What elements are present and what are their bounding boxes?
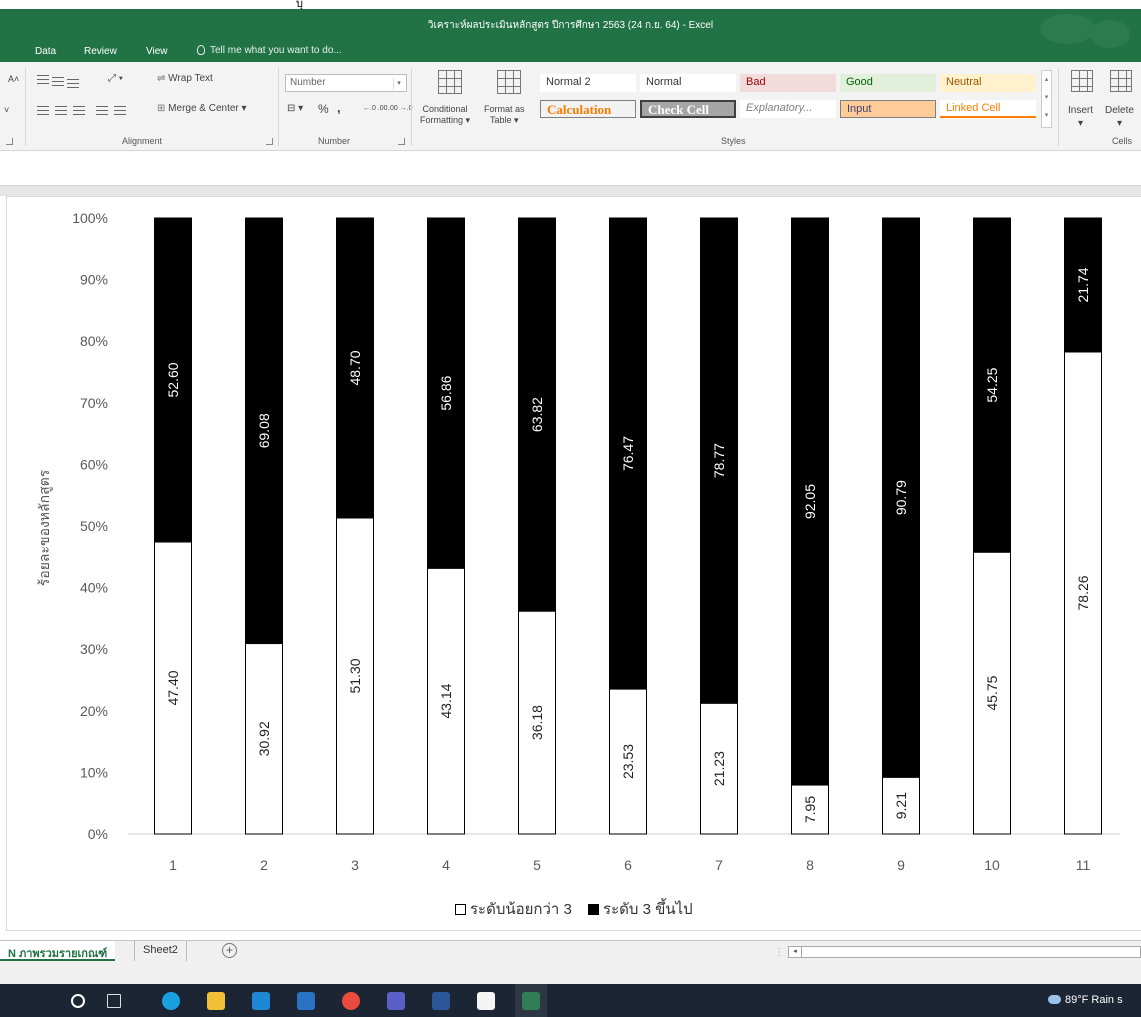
y-axis-title: ร้อยละของหลักสูตร: [36, 469, 53, 586]
data-label-low: 21.23: [711, 751, 727, 786]
status-bar: [0, 964, 1141, 984]
x-tick-label: 8: [806, 857, 814, 873]
chrome-icon[interactable]: [342, 992, 360, 1010]
y-tick-label: 0%: [88, 826, 108, 842]
scroll-left-icon[interactable]: ◂: [789, 947, 802, 957]
task-view-icon[interactable]: [107, 994, 121, 1008]
file-explorer-icon[interactable]: [207, 992, 225, 1010]
data-label-high: 76.47: [620, 436, 636, 471]
x-tick-label: 11: [1076, 857, 1091, 873]
cortana-search-icon[interactable]: [71, 994, 85, 1008]
tab-split-handle[interactable]: ⋮: [774, 947, 784, 958]
legend-swatch-low: [455, 904, 466, 915]
edge-icon[interactable]: [162, 992, 180, 1010]
x-tick-label: 9: [897, 857, 905, 873]
data-label-high: 54.25: [984, 367, 1000, 402]
data-label-low: 51.30: [347, 658, 363, 693]
x-tick-label: 2: [260, 857, 268, 873]
active-app-highlight: [515, 984, 547, 1017]
x-tick-label: 5: [533, 857, 541, 873]
y-tick-label: 10%: [80, 764, 108, 780]
data-label-low: 7.95: [802, 796, 818, 823]
y-tick-label: 30%: [80, 641, 108, 657]
data-label-low: 36.18: [529, 705, 545, 740]
data-label-high: 52.60: [165, 362, 181, 397]
data-label-high: 63.82: [529, 397, 545, 432]
y-tick-label: 90%: [80, 272, 108, 288]
data-label-low: 23.53: [620, 744, 636, 779]
chart-legend: ระดับน้อยกว่า 3 ระดับ 3 ขึ้นไป: [455, 897, 693, 921]
data-label-high: 56.86: [438, 375, 454, 410]
mail-icon[interactable]: [252, 992, 270, 1010]
y-tick-label: 100%: [72, 210, 108, 226]
x-tick-label: 4: [442, 857, 450, 873]
legend-label-high: ระดับ 3 ขึ้นไป: [603, 901, 693, 918]
data-label-high: 21.74: [1075, 267, 1091, 302]
x-tick-label: 7: [715, 857, 723, 873]
data-label-low: 9.21: [893, 792, 909, 819]
store-icon[interactable]: [297, 992, 315, 1010]
sheet-tab-overview[interactable]: N ภาพรวมรายเกณฑ์: [0, 941, 116, 961]
data-label-high: 69.08: [256, 413, 272, 448]
add-sheet-icon[interactable]: +: [222, 943, 237, 958]
data-label-low: 47.40: [165, 670, 181, 705]
sheet-tab-bar: N ภาพรวมรายเกณฑ์ Sheet2 + ⋮ ◂: [0, 940, 1141, 965]
weather-text: 89°F Rain s: [1065, 994, 1123, 1006]
word-icon[interactable]: [432, 992, 450, 1010]
y-tick-label: 80%: [80, 333, 108, 349]
y-tick-label: 20%: [80, 703, 108, 719]
data-label-low: 45.75: [984, 675, 1000, 710]
y-tick-label: 50%: [80, 518, 108, 534]
data-label-low: 78.26: [1075, 575, 1091, 610]
data-label-low: 30.92: [256, 721, 272, 756]
acrobat-icon[interactable]: [477, 992, 495, 1010]
legend-swatch-high: [588, 904, 600, 915]
y-tick-label: 40%: [80, 580, 108, 596]
cloud-icon: [1048, 995, 1061, 1004]
data-label-low: 43.14: [438, 683, 454, 718]
x-tick-label: 3: [351, 857, 359, 873]
taskbar: 89°F Rain s: [0, 984, 1141, 1017]
x-tick-label: 1: [169, 857, 177, 873]
data-label-high: 92.05: [802, 484, 818, 519]
data-label-high: 90.79: [893, 480, 909, 515]
y-tick-label: 70%: [80, 395, 108, 411]
data-label-high: 78.77: [711, 443, 727, 478]
x-tick-label: 6: [624, 857, 632, 873]
weather-widget[interactable]: 89°F Rain s: [1048, 994, 1123, 1006]
chart-svg: ร้อยละของหลักสูตร 0% 10% 20% 30% 40% 50% 60% 70…: [36, 210, 1120, 873]
x-tick-label: 10: [984, 857, 1000, 873]
legend-label-low: ระดับน้อยกว่า 3: [470, 901, 572, 918]
y-tick-label: 60%: [80, 456, 108, 472]
horizontal-scrollbar[interactable]: ◂: [788, 946, 1141, 958]
sheet-tab-sheet2[interactable]: Sheet2: [134, 941, 187, 961]
teams-icon[interactable]: [387, 992, 405, 1010]
data-label-high: 48.70: [347, 350, 363, 385]
